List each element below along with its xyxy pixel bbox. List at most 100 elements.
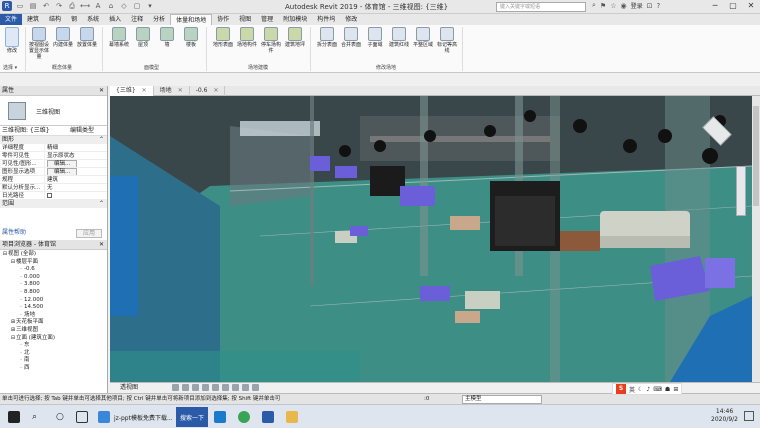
modify-button[interactable]: 修改 <box>2 27 22 54</box>
ribbon-button[interactable]: 子面域 <box>364 27 386 48</box>
ribbon-button[interactable]: 拆分表面 <box>316 27 338 48</box>
reveal-icon[interactable] <box>252 384 259 391</box>
restore-icon[interactable]: ▢ <box>724 0 742 12</box>
edit-button[interactable]: 编辑... <box>47 168 78 175</box>
ribbon-tab[interactable]: 体量和场地 <box>170 14 213 25</box>
ribbon-button[interactable]: 按视图设置显示体量 <box>28 27 50 60</box>
ribbon-tab[interactable]: 修改 <box>340 14 362 25</box>
ribbon-button[interactable]: 幕墙系统 <box>108 27 130 48</box>
clock-date[interactable]: 2020/9/2 <box>711 416 738 424</box>
ribbon-button[interactable]: 平整区域 <box>412 27 434 48</box>
subscription-icon[interactable]: ⚑ <box>600 2 606 10</box>
ribbon-tab[interactable]: 插入 <box>104 14 126 25</box>
search-taskbar-item[interactable]: 搜索一下 <box>176 407 209 427</box>
cart-icon[interactable]: ⊡ <box>647 2 653 10</box>
detail-level-icon[interactable] <box>172 384 179 391</box>
switch-windows-icon[interactable]: ▾ <box>145 1 155 11</box>
ribbon-tab[interactable]: 结构 <box>44 14 66 25</box>
ribbon-button[interactable]: 建筑地坪 <box>284 27 306 48</box>
apply-button[interactable]: 应用 <box>75 229 102 238</box>
visual-style-icon[interactable] <box>182 384 189 391</box>
edit-type-button[interactable]: 编辑类型 <box>70 126 94 136</box>
browser-node[interactable]: ⊞天花板平面 <box>0 319 107 327</box>
clock-time[interactable]: 14:46 <box>711 408 738 416</box>
login-button[interactable]: 登录 <box>631 1 643 10</box>
search-icon[interactable]: ⌕ <box>32 407 37 427</box>
view-tab[interactable]: -0.6 ✕ <box>190 86 226 96</box>
folder-icon[interactable] <box>286 407 298 427</box>
mic-icon[interactable]: ♪ <box>646 386 650 393</box>
text-icon[interactable]: A <box>93 1 103 11</box>
ribbon-button[interactable]: 停车场构件 <box>260 27 282 54</box>
ribbon-tab[interactable]: 管理 <box>256 14 278 25</box>
select-panel-label[interactable]: 选择 ▾ <box>3 64 17 71</box>
section-graphics[interactable]: 图形 ⌃ <box>0 136 107 144</box>
keyboard-icon[interactable]: ⌨ <box>653 386 662 393</box>
close-icon[interactable]: ✕ <box>213 87 218 94</box>
model-dropdown[interactable]: 主模型 <box>462 395 542 404</box>
ribbon-tab[interactable]: 文件 <box>0 14 23 25</box>
close-icon[interactable]: ✕ <box>99 86 104 96</box>
crop-icon[interactable] <box>232 384 239 391</box>
ribbon-button[interactable]: 地形表面 <box>212 27 234 48</box>
ribbon-button[interactable]: 放置体量 <box>76 27 98 48</box>
ribbon-button[interactable]: 合并表面 <box>340 27 362 48</box>
minimize-icon[interactable]: ─ <box>706 0 724 12</box>
navigation-bar[interactable] <box>736 166 746 216</box>
view-tab[interactable]: 场地 ✕ <box>154 86 190 96</box>
task-view-icon[interactable]: ○ <box>56 407 64 427</box>
search-icon[interactable]: ⌕ <box>592 1 596 10</box>
open-icon[interactable]: ▭ <box>15 1 25 11</box>
hide-icon[interactable] <box>242 384 249 391</box>
3d-view-icon[interactable]: ⌂ <box>106 1 116 11</box>
section-extents[interactable]: 范围 ⌃ <box>0 200 107 208</box>
notification-icon[interactable] <box>744 411 754 421</box>
browser-node[interactable]: · 西 <box>0 365 107 373</box>
lock-icon[interactable] <box>222 384 229 391</box>
browser-node[interactable]: · 12.000 <box>0 297 107 305</box>
browser-node[interactable]: · 东 <box>0 342 107 350</box>
revit-logo-icon[interactable]: R <box>2 1 12 11</box>
ribbon-tab[interactable]: 视图 <box>234 14 256 25</box>
browser-node[interactable]: ⊟视图 (全部) <box>0 251 107 259</box>
revit-taskbar-icon[interactable] <box>262 407 274 427</box>
close-icon[interactable]: ✕ <box>178 87 183 94</box>
ribbon-button[interactable]: 标记等高线 <box>436 27 458 54</box>
chrome-icon[interactable] <box>238 407 250 427</box>
star-icon[interactable]: ☆ <box>610 2 616 10</box>
instance-filter[interactable]: 三维视图: {三维} 编辑类型 <box>0 126 107 136</box>
save-icon[interactable]: ▤ <box>28 1 38 11</box>
undo-icon[interactable]: ↶ <box>41 1 51 11</box>
start-icon[interactable] <box>8 407 20 427</box>
browser-node[interactable]: · 0.000 <box>0 274 107 282</box>
close-icon[interactable]: ✕ <box>742 0 760 12</box>
measure-icon[interactable]: ⟷ <box>80 1 90 11</box>
ribbon-tab[interactable]: 系统 <box>82 14 104 25</box>
browser-node[interactable]: · 14.500 <box>0 304 107 312</box>
properties-help-link[interactable]: 属性帮助 <box>2 229 26 236</box>
view-tab[interactable]: {三维} ✕ <box>110 86 154 96</box>
browser-node[interactable]: · 南 <box>0 357 107 365</box>
3d-viewport[interactable] <box>110 96 752 382</box>
ribbon-button[interactable]: 内建体量 <box>52 27 74 48</box>
edge-icon[interactable] <box>214 407 226 427</box>
browser-node[interactable]: · 北 <box>0 350 107 358</box>
ribbon-tab[interactable]: 分析 <box>148 14 170 25</box>
sun-path-checkbox[interactable] <box>47 193 52 198</box>
search-input[interactable]: 键入关键字或短语 <box>496 2 586 12</box>
browser-node[interactable]: ⊟立面 (建筑立面) <box>0 335 107 343</box>
edit-button[interactable]: 编辑... <box>47 160 78 167</box>
vertical-scrollbar[interactable] <box>752 96 760 382</box>
print-icon[interactable]: ⎙ <box>67 1 77 11</box>
ribbon-tab[interactable]: 钢 <box>66 14 82 25</box>
ribbon-button[interactable]: 建筑红线 <box>388 27 410 48</box>
render-icon[interactable] <box>212 384 219 391</box>
grid-icon[interactable]: ⊞ <box>673 386 678 393</box>
browser-node[interactable]: ⊞三维视图 <box>0 327 107 335</box>
ribbon-button[interactable]: 屋顶 <box>132 27 154 48</box>
browser-node[interactable]: ⊟楼层平面 <box>0 259 107 267</box>
ribbon-button[interactable]: 墙 <box>156 27 178 48</box>
close-icon[interactable]: ✕ <box>99 240 104 250</box>
close-hidden-icon[interactable]: ▢ <box>132 1 142 11</box>
ime-language[interactable]: 英 <box>629 385 635 394</box>
